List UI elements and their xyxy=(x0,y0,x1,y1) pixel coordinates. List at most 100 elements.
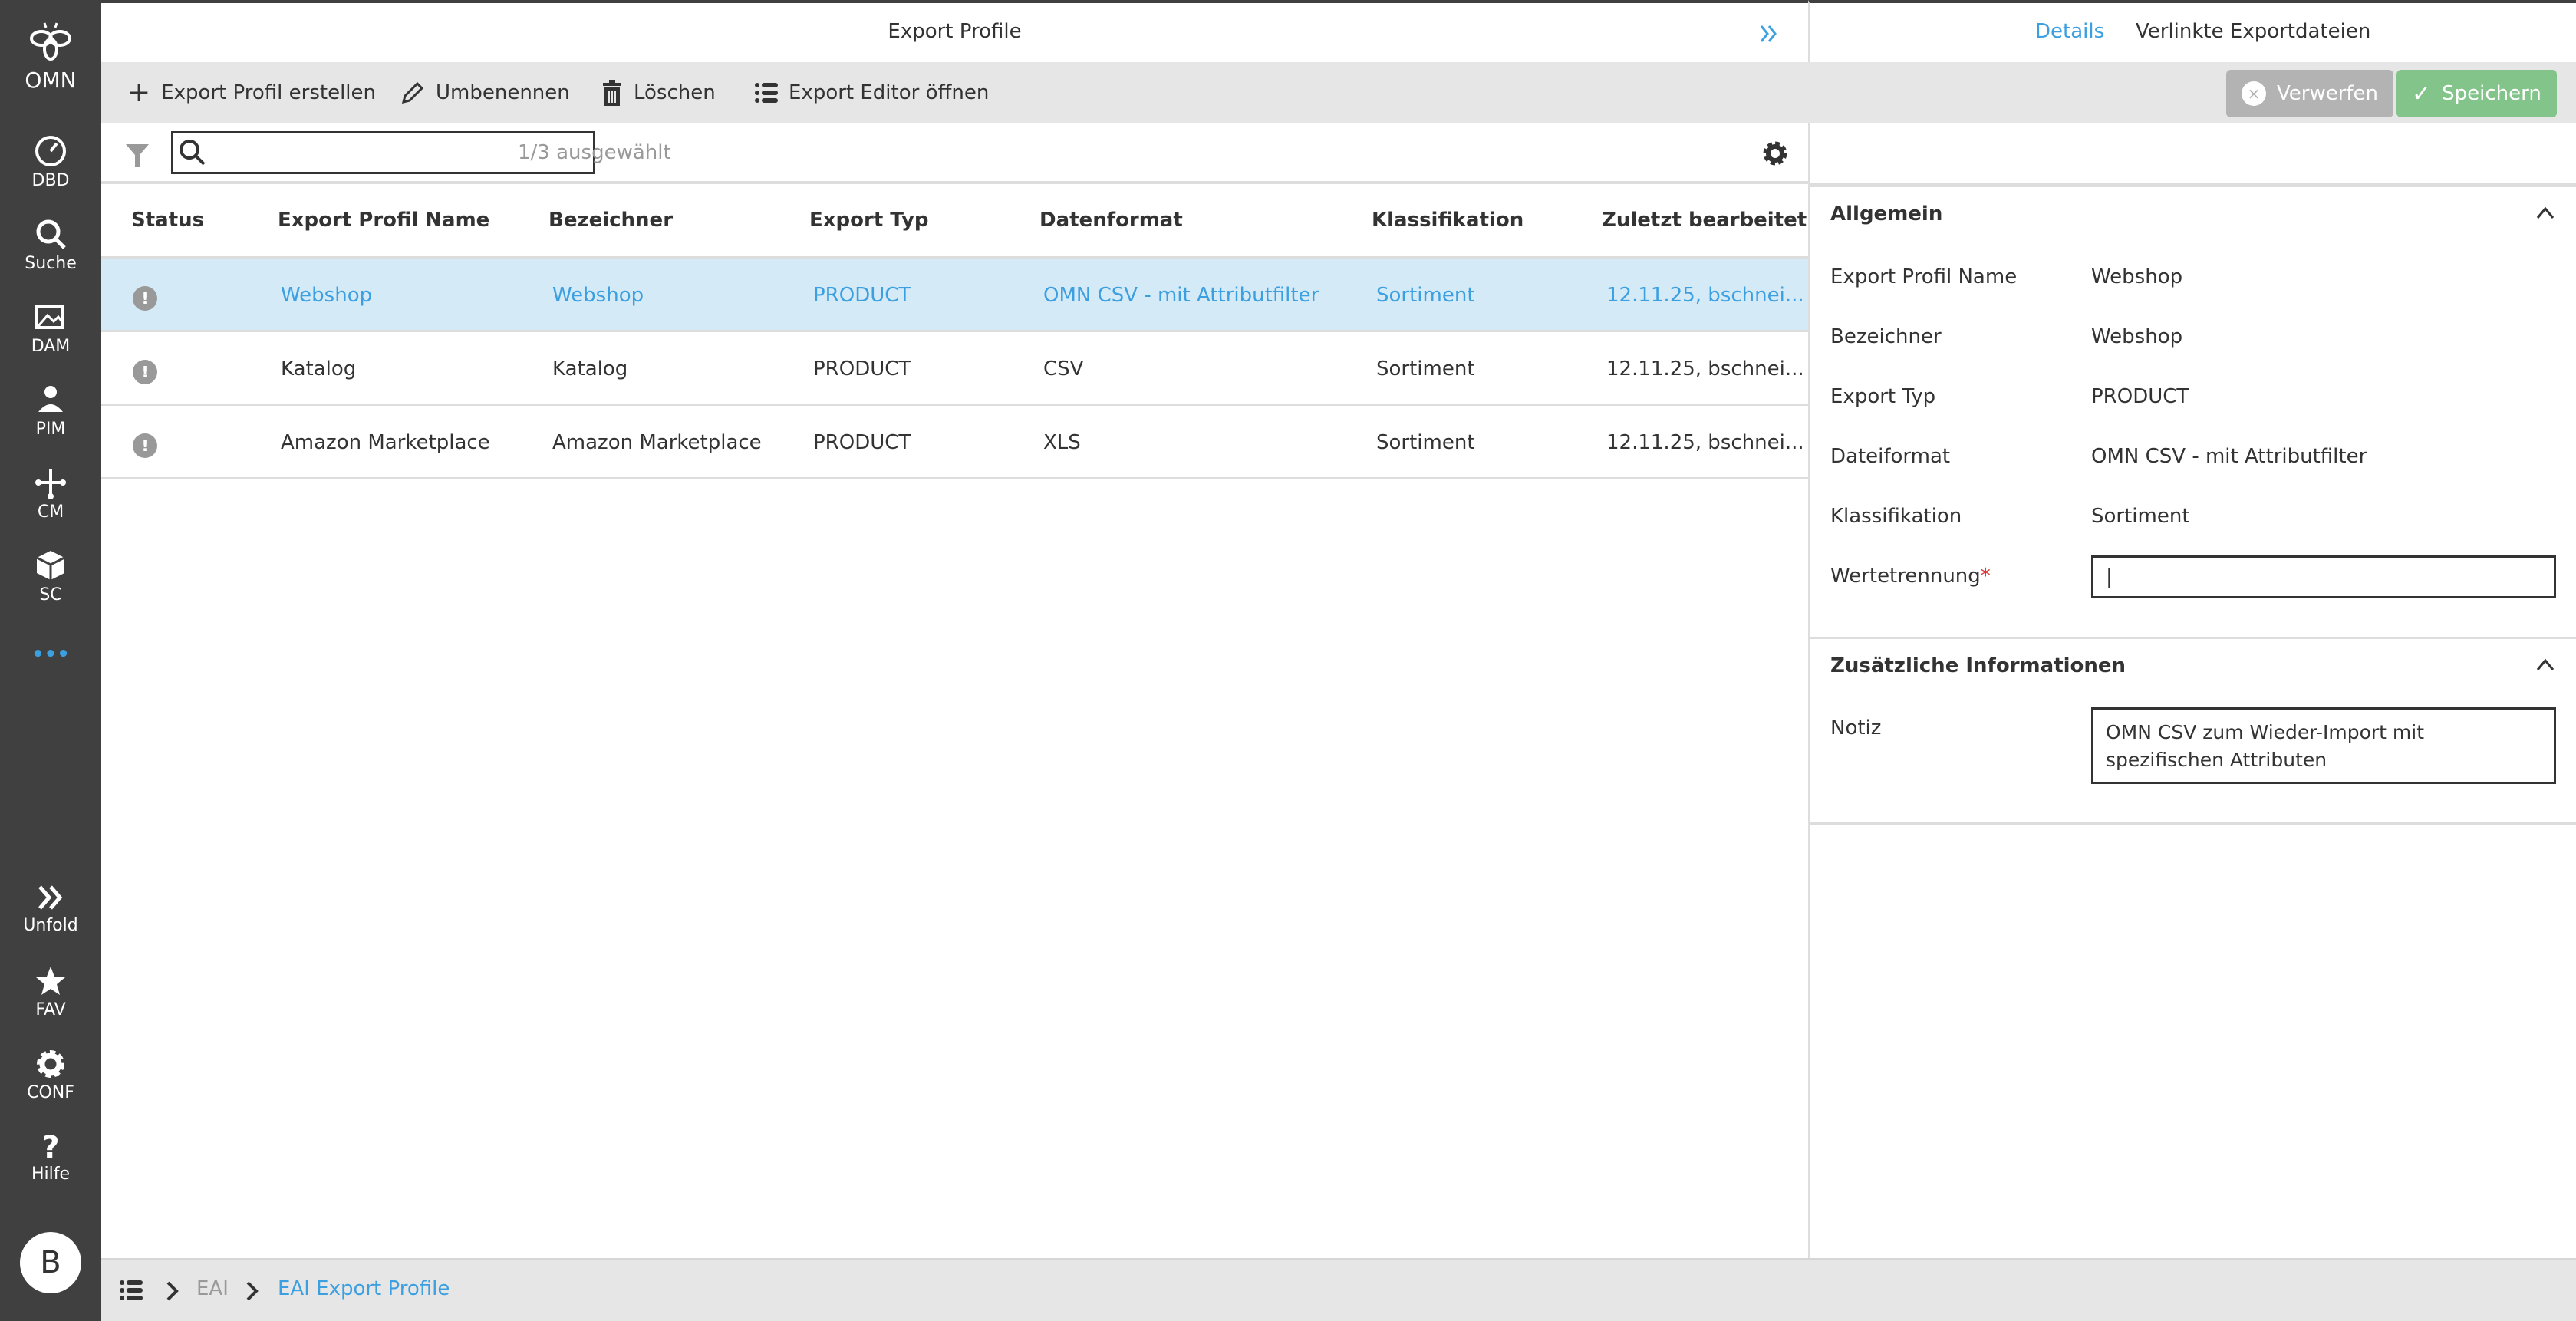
section-divider xyxy=(1810,637,2576,639)
warning-icon: ! xyxy=(133,433,157,458)
detail-tabs: Details Verlinkte Exportdateien xyxy=(1808,0,2576,62)
warning-icon: ! xyxy=(133,360,157,384)
collapse-panel-icon[interactable] xyxy=(1758,23,1780,44)
trash-icon xyxy=(601,80,623,106)
tab-details[interactable]: Details xyxy=(2035,20,2104,43)
tab-linked-exports[interactable]: Verlinkte Exportdateien xyxy=(2136,20,2370,43)
star-icon xyxy=(35,965,67,997)
selection-count: 1/3 ausgewählt xyxy=(518,141,671,164)
chevron-up-icon[interactable] xyxy=(2536,657,2555,673)
cell-klassifikation: Sortiment xyxy=(1376,406,1475,479)
field-label: Export Typ xyxy=(1830,385,1935,408)
images-icon xyxy=(34,300,68,334)
field-label: Dateiformat xyxy=(1830,445,1950,468)
field-label: Bezeichner xyxy=(1830,325,1942,348)
sidebar-item-label: Hilfe xyxy=(31,1165,70,1184)
breadcrumb-current[interactable]: EAI Export Profile xyxy=(278,1277,450,1300)
sidebar-item-label: DAM xyxy=(31,337,71,356)
sidebar-item-conf[interactable]: CONF xyxy=(0,1048,101,1102)
cell-klassifikation: Sortiment xyxy=(1376,332,1475,406)
column-header-typ[interactable]: Export Typ xyxy=(809,209,929,232)
delete-button[interactable]: Löschen xyxy=(601,62,716,123)
column-header-name[interactable]: Export Profil Name xyxy=(278,209,489,232)
main-header: Export Profile xyxy=(101,0,1808,62)
note-textarea[interactable]: OMN CSV zum Wieder-Import mit spezifisch… xyxy=(2091,707,2556,784)
sidebar-item-label: PIM xyxy=(36,420,66,439)
avatar[interactable]: B xyxy=(20,1232,81,1293)
filter-row: 1/3 ausgewählt xyxy=(101,123,1808,184)
check-icon: ✓ xyxy=(2412,81,2431,107)
sidebar-item-label: CM xyxy=(38,502,64,522)
toolbar: + Export Profil erstellen Umbenennen Lösc… xyxy=(101,62,2576,123)
column-header-status[interactable]: Status xyxy=(131,209,204,232)
omn-logo[interactable]: OMN xyxy=(0,21,101,93)
close-circle-icon: × xyxy=(2242,81,2266,106)
sidebar: OMN DBD Suche DAM PIM CM SC ••• Unfold F… xyxy=(0,0,101,1321)
save-button[interactable]: ✓ Speichern xyxy=(2396,70,2557,117)
create-profile-button[interactable]: + Export Profil erstellen xyxy=(127,62,376,123)
create-label: Export Profil erstellen xyxy=(161,81,376,104)
cell-format: OMN CSV - mit Attributfilter xyxy=(1043,259,1319,332)
help-icon: ? xyxy=(0,1131,101,1165)
table-row[interactable]: ! Katalog Katalog PRODUCT CSV Sortiment … xyxy=(101,332,1808,406)
sidebar-item-cm[interactable]: CM xyxy=(0,466,101,522)
bee-icon xyxy=(28,21,74,64)
field-label-separator: Wertetrennung* xyxy=(1830,565,1991,588)
table-row[interactable]: ! Webshop Webshop PRODUCT OMN CSV - mit … xyxy=(101,259,1808,332)
search-icon xyxy=(34,217,68,251)
field-label-note: Notiz xyxy=(1830,717,1881,740)
rename-label: Umbenennen xyxy=(436,81,570,104)
field-value: Sortiment xyxy=(2091,505,2190,528)
sidebar-item-label: DBD xyxy=(32,171,70,190)
more-button[interactable]: ••• xyxy=(0,643,101,666)
chevron-right-icon xyxy=(245,1280,259,1302)
sidebar-item-dam[interactable]: DAM xyxy=(0,300,101,356)
sidebar-item-hilfe[interactable]: ?Hilfe xyxy=(0,1131,101,1184)
sidebar-item-fav[interactable]: FAV xyxy=(0,965,101,1020)
sidebar-item-pim[interactable]: PIM xyxy=(0,383,101,439)
delete-label: Löschen xyxy=(634,81,716,104)
filter-icon[interactable] xyxy=(124,143,150,169)
breadcrumb-eai[interactable]: EAI xyxy=(196,1277,229,1300)
network-icon xyxy=(34,466,68,499)
page-title: Export Profile xyxy=(101,20,1808,43)
open-editor-button[interactable]: Export Editor öffnen xyxy=(755,62,989,123)
column-header-format[interactable]: Datenformat xyxy=(1039,209,1183,232)
cell-edited: 12.11.25, bschnei... xyxy=(1606,406,1804,479)
field-label: Export Profil Name xyxy=(1830,265,2017,288)
cell-format: XLS xyxy=(1043,406,1081,479)
warning-icon: ! xyxy=(133,286,157,311)
breadcrumb-bar: EAI EAI Export Profile xyxy=(101,1258,2576,1321)
table-row[interactable]: ! Amazon Marketplace Amazon Marketplace … xyxy=(101,406,1808,479)
sidebar-item-dbd[interactable]: DBD xyxy=(0,134,101,190)
field-value: Webshop xyxy=(2091,325,2182,348)
sidebar-item-label: CONF xyxy=(27,1083,74,1102)
sidebar-item-label: FAV xyxy=(35,1000,65,1020)
sidebar-item-label: SC xyxy=(39,585,61,604)
rename-button[interactable]: Umbenennen xyxy=(400,62,570,123)
panel-divider xyxy=(1808,123,1810,1258)
discard-label: Verwerfen xyxy=(2277,82,2378,105)
user-network-icon xyxy=(34,383,68,417)
field-value: OMN CSV - mit Attributfilter xyxy=(2091,445,2367,468)
column-header-klassifikation[interactable]: Klassifikation xyxy=(1372,209,1524,232)
sidebar-item-unfold[interactable]: Unfold xyxy=(0,882,101,935)
save-label: Speichern xyxy=(2442,82,2541,105)
sidebar-item-label: Suche xyxy=(25,254,76,273)
field-label: Klassifikation xyxy=(1830,505,1962,528)
list-icon[interactable] xyxy=(120,1279,143,1302)
cell-name: Katalog xyxy=(281,332,356,406)
discard-button[interactable]: × Verwerfen xyxy=(2226,70,2393,117)
field-value: Webshop xyxy=(2091,265,2182,288)
double-chevron-right-icon xyxy=(35,882,66,913)
separator-input[interactable]: | xyxy=(2091,555,2556,598)
column-header-bezeichner[interactable]: Bezeichner xyxy=(548,209,673,232)
column-header-edited[interactable]: Zuletzt bearbeitet xyxy=(1602,209,1807,232)
sidebar-item-sc[interactable]: SC xyxy=(0,548,101,604)
chevron-up-icon[interactable] xyxy=(2536,206,2555,221)
cell-klassifikation: Sortiment xyxy=(1376,259,1475,332)
settings-gear-icon[interactable] xyxy=(1761,140,1789,167)
logo-text: OMN xyxy=(0,68,101,93)
plus-icon: + xyxy=(127,77,150,108)
sidebar-item-suche[interactable]: Suche xyxy=(0,217,101,273)
